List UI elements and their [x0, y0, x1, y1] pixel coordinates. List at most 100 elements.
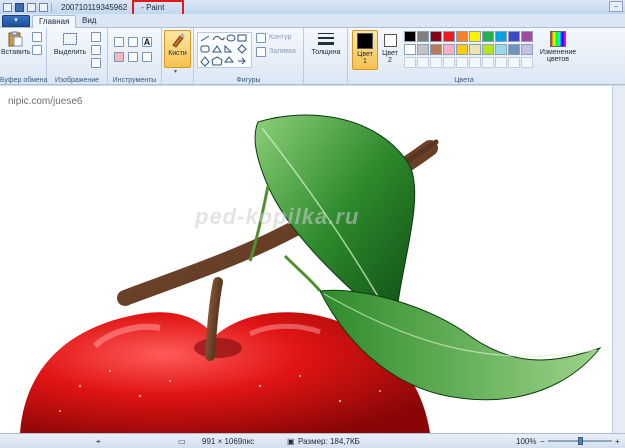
custom-color-slot[interactable] [508, 57, 520, 68]
custom-color-slot[interactable] [469, 57, 481, 68]
image-size-icon: ▭ [178, 437, 186, 446]
divider [51, 2, 52, 12]
color-swatch[interactable] [456, 44, 468, 55]
color2-swatch [383, 34, 397, 47]
size-button[interactable]: Толщина [310, 30, 342, 66]
custom-color-slot[interactable] [521, 57, 533, 68]
fill-icon[interactable] [256, 47, 266, 57]
undo-icon[interactable] [27, 2, 36, 12]
magnifier-icon[interactable] [142, 52, 152, 62]
title-separator: - [141, 2, 144, 12]
color-swatch[interactable] [482, 31, 494, 42]
paste-button[interactable]: Вставить [1, 30, 31, 66]
custom-color-slot[interactable] [404, 57, 416, 68]
file-size: Размер: 184,7КБ [298, 437, 360, 446]
color-swatch[interactable] [430, 44, 442, 55]
select-button[interactable]: Выделить [53, 30, 87, 66]
custom-color-slot[interactable] [417, 57, 429, 68]
color-swatch[interactable] [456, 31, 468, 42]
colors-group: Цвет 1 Цвет 2 Изменение цветов Цвета [348, 28, 580, 85]
colors-group-label: Цвета [454, 77, 474, 84]
image-group: Выделить Изображение [47, 28, 108, 85]
vertical-scrollbar[interactable] [612, 86, 625, 433]
brushes-group: Кисти ▾ [162, 28, 194, 85]
color2-num: 2 [388, 57, 392, 64]
shapes-gallery[interactable] [197, 32, 252, 68]
cut-icon[interactable] [32, 32, 42, 42]
edit-colors-button[interactable]: Изменение цветов [536, 30, 580, 66]
clipboard-group-label: Буфер обмена [0, 77, 48, 84]
tab-home[interactable]: Главная [32, 15, 77, 28]
color-swatch[interactable] [469, 44, 481, 55]
pencil-icon[interactable] [114, 37, 124, 47]
custom-color-slot[interactable] [456, 57, 468, 68]
fill-bucket-icon[interactable] [128, 37, 138, 47]
window-title-filename: 200710119345962 [61, 2, 128, 12]
color-swatch[interactable] [469, 31, 481, 42]
ribbon: Вставить Буфер обмена Выделить Изображен… [0, 28, 625, 85]
status-bar: ⌖ ▭ 991 × 1069пкс ▣ Размер: 184,7КБ 100%… [0, 433, 625, 448]
drawing-canvas[interactable]: nipic.com/juese6 ped-kopilka.ru [0, 86, 612, 433]
eraser-icon[interactable] [114, 52, 124, 62]
save-icon[interactable] [15, 2, 24, 12]
color1-swatch [357, 33, 373, 49]
color-swatch[interactable] [417, 31, 429, 42]
text-tool-icon[interactable]: A [142, 37, 152, 47]
custom-color-slot[interactable] [495, 57, 507, 68]
crop-icon[interactable] [91, 32, 101, 42]
resize-icon[interactable] [91, 45, 101, 55]
brushes-button[interactable]: Кисти [164, 30, 191, 68]
apple-image [20, 114, 602, 433]
image-dimensions: 991 × 1069пкс [202, 437, 255, 446]
color-swatch[interactable] [521, 44, 533, 55]
shapes-gallery-icon [200, 34, 247, 67]
color-swatch[interactable] [521, 31, 533, 42]
rotate-icon[interactable] [91, 58, 101, 68]
custom-color-slot[interactable] [430, 57, 442, 68]
color-swatch[interactable] [443, 31, 455, 42]
outline-dropdown[interactable]: Контур [269, 34, 291, 41]
window-title-app: - Paint [132, 0, 185, 19]
custom-color-slot[interactable] [443, 57, 455, 68]
zoom-in-button[interactable]: + [615, 437, 620, 446]
tools-group: A Инструменты [108, 28, 162, 85]
color-swatch[interactable] [404, 44, 416, 55]
watermark-site: ped-kopilka.ru [195, 204, 360, 229]
color1-num: 1 [363, 58, 367, 65]
zoom-slider-thumb[interactable] [578, 437, 583, 445]
color-swatch[interactable] [404, 31, 416, 42]
color2-button[interactable]: Цвет 2 [380, 30, 400, 66]
color-swatch[interactable] [443, 44, 455, 55]
fill-dropdown[interactable]: Заливка [269, 48, 296, 55]
cursor-position-icon: ⌖ [96, 437, 101, 446]
size-group: Толщина [304, 28, 348, 85]
paint-app-icon[interactable] [3, 2, 12, 12]
custom-color-slot[interactable] [482, 57, 494, 68]
color1-button[interactable]: Цвет 1 [352, 30, 378, 70]
shapes-group: Контур Заливка Фигуры [194, 28, 304, 85]
select-label: Выделить [53, 49, 87, 56]
paste-icon [8, 31, 23, 47]
zoom-out-button[interactable]: − [540, 437, 545, 446]
color-swatch[interactable] [495, 44, 507, 55]
color-swatch[interactable] [508, 44, 520, 55]
file-size-icon: ▣ [287, 437, 295, 446]
color-picker-icon[interactable] [128, 52, 138, 62]
color-swatch[interactable] [430, 31, 442, 42]
ribbon-tabs: ▾ Главная Вид [0, 14, 625, 28]
title-bar: 200710119345962 - Paint – [0, 0, 625, 19]
tab-view[interactable]: Вид [76, 15, 102, 28]
redo-icon[interactable] [39, 2, 48, 12]
size-label: Толщина [311, 49, 341, 56]
copy-icon[interactable] [32, 45, 42, 55]
paint-menu-button[interactable]: ▾ [2, 15, 30, 27]
color-swatch[interactable] [417, 44, 429, 55]
outline-icon[interactable] [256, 33, 266, 43]
color-swatch[interactable] [482, 44, 494, 55]
color-swatch[interactable] [495, 31, 507, 42]
minimize-button[interactable]: – [609, 1, 623, 12]
edit-colors-icon [550, 31, 566, 47]
brush-icon [171, 33, 185, 48]
chevron-down-icon[interactable]: ▾ [174, 68, 177, 75]
color-swatch[interactable] [508, 31, 520, 42]
